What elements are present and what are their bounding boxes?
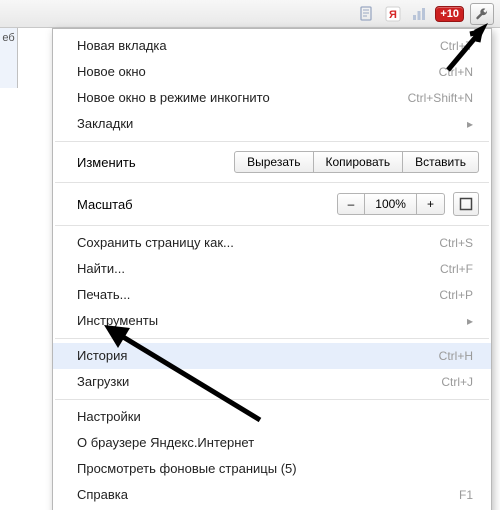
menu-tools[interactable]: Инструменты ▸ [53,308,491,334]
menu-incognito[interactable]: Новое окно в режиме инкогнито Ctrl+Shift… [53,85,491,111]
notification-badge[interactable]: +10 [435,6,464,22]
tab-fragment: еб [0,28,18,88]
menu-item-label: Сохранить страницу как... [77,235,234,251]
menu-settings[interactable]: Настройки [53,404,491,430]
menu-item-label: Новое окно в режиме инкогнито [77,90,270,106]
menu-item-shortcut: Ctrl+N [439,64,473,80]
menu-separator [55,141,489,142]
cut-button[interactable]: Вырезать [234,151,313,173]
menu-item-label: Настройки [77,409,141,425]
menu-item-label: Просмотреть фоновые страницы (5) [77,461,297,477]
menu-item-shortcut: Ctrl+S [439,235,473,251]
menu-item-label: О браузере Яндекс.Интернет [77,435,254,451]
zoom-out-button[interactable]: – [337,193,366,215]
yandex-icon[interactable]: Я [383,4,403,24]
zoom-in-button[interactable]: + [416,193,445,215]
wrench-menu-button[interactable] [470,3,494,25]
menu-item-shortcut: Ctrl+Shift+N [408,90,473,106]
menu-separator [55,225,489,226]
stats-icon[interactable] [409,4,429,24]
menu-item-shortcut: Ctrl+T [440,38,473,54]
menu-item-shortcut: Ctrl+F [440,261,473,277]
svg-text:Я: Я [389,9,397,21]
main-menu: Новая вкладка Ctrl+T Новое окно Ctrl+N Н… [52,28,492,510]
copy-button[interactable]: Копировать [313,151,404,173]
menu-downloads[interactable]: Загрузки Ctrl+J [53,369,491,395]
menu-item-label: Масштаб [77,197,133,212]
menu-item-label: Изменить [77,155,136,170]
edit-button-group: Вырезать Копировать Вставить [234,151,479,173]
zoom-percent[interactable]: 100% [364,193,417,215]
menu-find[interactable]: Найти... Ctrl+F [53,256,491,282]
menu-item-label: Новое окно [77,64,146,80]
menu-separator [55,338,489,339]
menu-background-pages[interactable]: Просмотреть фоновые страницы (5) [53,456,491,482]
menu-item-label: Справка [77,487,128,503]
page-icon[interactable] [357,4,377,24]
menu-item-label: Печать... [77,287,130,303]
menu-new-tab[interactable]: Новая вкладка Ctrl+T [53,33,491,59]
submenu-arrow-icon: ▸ [467,116,473,132]
menu-item-label: Найти... [77,261,125,277]
menu-help[interactable]: Справка F1 [53,482,491,508]
menu-item-shortcut: Ctrl+H [439,348,473,364]
menu-item-shortcut: F1 [459,487,473,503]
menu-item-label: Загрузки [77,374,129,390]
menu-edit-row: Изменить Вырезать Копировать Вставить [53,146,491,178]
menu-item-shortcut: Ctrl+J [441,374,473,390]
menu-item-label: Новая вкладка [77,38,167,54]
menu-print[interactable]: Печать... Ctrl+P [53,282,491,308]
menu-separator [55,399,489,400]
menu-history[interactable]: История Ctrl+H [53,343,491,369]
browser-toolbar: Я +10 [0,0,500,28]
menu-separator [55,182,489,183]
fullscreen-button[interactable] [453,192,479,216]
zoom-button-group: – 100% + [337,193,445,215]
menu-save-page[interactable]: Сохранить страницу как... Ctrl+S [53,230,491,256]
submenu-arrow-icon: ▸ [467,313,473,329]
menu-bookmarks[interactable]: Закладки ▸ [53,111,491,137]
menu-zoom-row: Масштаб – 100% + [53,187,491,221]
paste-button[interactable]: Вставить [402,151,479,173]
menu-item-label: Инструменты [77,313,158,329]
menu-item-label: История [77,348,127,364]
menu-item-label: Закладки [77,116,133,132]
menu-about[interactable]: О браузере Яндекс.Интернет [53,430,491,456]
menu-new-window[interactable]: Новое окно Ctrl+N [53,59,491,85]
menu-item-shortcut: Ctrl+P [439,287,473,303]
